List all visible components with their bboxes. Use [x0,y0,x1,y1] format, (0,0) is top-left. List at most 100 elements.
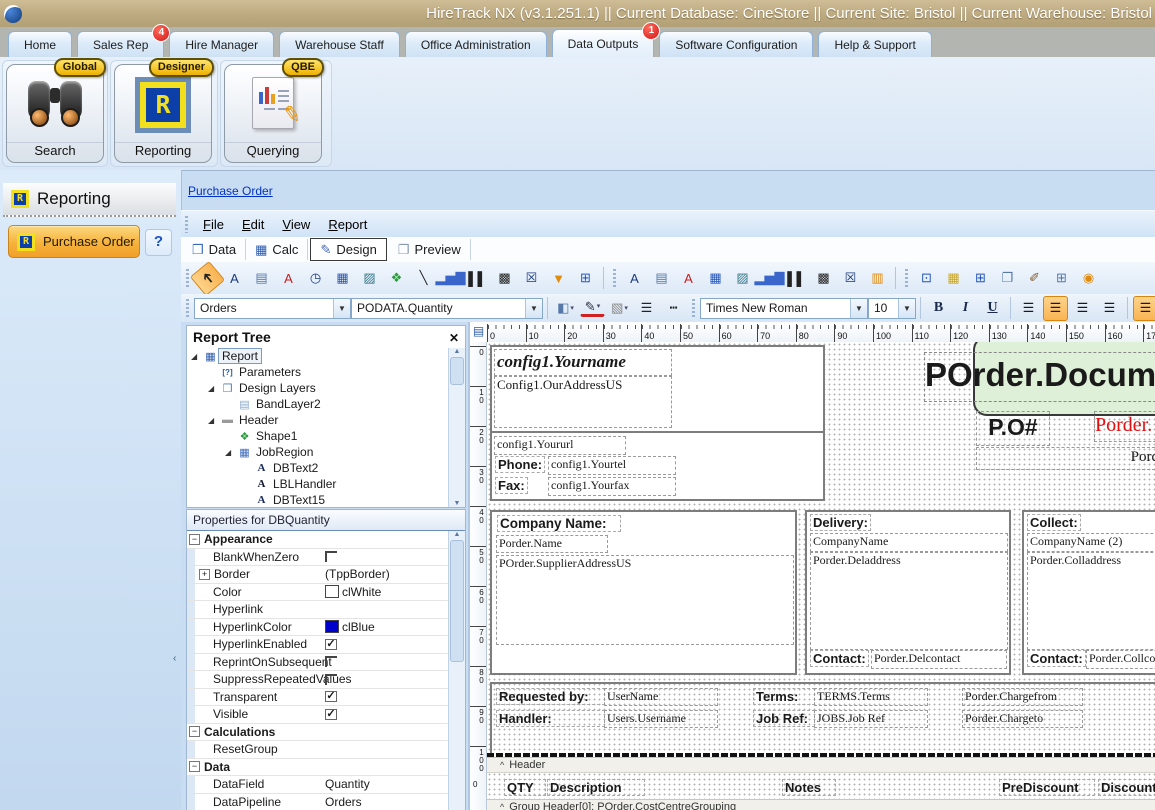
systemvariable-icon[interactable]: ◷ [303,266,328,291]
property-row[interactable]: Data [187,759,449,777]
company-name-label[interactable]: Company Name: [497,515,621,532]
toolbar-grip[interactable] [905,269,908,287]
property-value[interactable]: clBlue [342,620,375,634]
delivery-contact-label[interactable]: Contact: [810,650,869,667]
field-po-number-2[interactable]: Pord [976,447,1155,470]
terms-label[interactable]: Terms: [753,688,815,705]
select-pointer-icon[interactable]: ➔ [190,260,225,295]
dbgrid-icon[interactable]: ▦ [941,266,966,291]
property-checkbox[interactable] [325,639,337,650]
tree-expander-icon[interactable] [208,416,220,425]
property-row[interactable]: Hyperlink [187,601,449,619]
menu-item[interactable]: View [273,214,319,235]
field-terms[interactable]: TERMS.Terms [814,688,928,706]
field-document-name[interactable]: POrder.Docum [924,352,1155,402]
property-value[interactable]: clWhite [342,585,381,599]
collect-region[interactable]: Collect: CompanyName (2) Porder.Colladdr… [1022,510,1155,675]
view-tab[interactable]: Calc [246,239,308,260]
group-header-band-bar[interactable]: ^ Group Header[0]: POrder.CostCentreGrou… [487,799,1155,810]
property-value[interactable]: Quantity [325,777,370,791]
pagebreak-icon[interactable]: ▼ [546,266,571,291]
collect-label[interactable]: Collect: [1027,514,1081,531]
dbimage-icon[interactable]: ▨ [730,266,755,291]
field-yoururl[interactable]: config1.Yoururl [494,436,626,455]
scroll-up-icon[interactable] [454,531,461,538]
field-po-number[interactable]: Porder. [1094,411,1155,442]
tree-expander-icon[interactable] [191,352,203,361]
dbbarcode-icon[interactable]: ▌▌ [784,266,809,291]
dbcheckbox-icon[interactable]: ☒ [838,266,863,291]
field-supplier-address[interactable]: POrder.SupplierAddressUS [496,555,794,645]
scrollbar-thumb[interactable] [450,357,464,385]
property-value[interactable]: (TppBorder) [325,567,390,581]
tree-node[interactable]: Header [187,412,449,428]
toolbar-grip[interactable] [613,269,616,287]
property-checkbox[interactable] [325,656,337,667]
property-checkbox[interactable] [325,674,337,685]
richtext-icon[interactable]: A [276,266,301,291]
tree-node[interactable]: BandLayer2 [187,396,449,412]
field-collect-address[interactable]: Porder.Colladdress [1027,552,1155,650]
dbtext-icon[interactable]: A [622,266,647,291]
band-collapse-icon[interactable]: ^ [500,802,504,810]
bold-button[interactable]: B [926,296,951,321]
chevron-down-icon[interactable]: ▼ [333,299,350,318]
field-requested-by[interactable]: UserName [604,688,718,706]
ribbon-tab[interactable]: Warehouse Staff [279,31,400,57]
chart-icon[interactable]: ▂▅▇ [438,266,463,291]
view-tab[interactable]: Data [183,239,246,260]
contact-details-region[interactable]: config1.Yoururl Phone: config1.Yourtel F… [490,431,825,501]
close-icon[interactable] [449,329,459,345]
menu-item[interactable]: File [194,214,233,235]
band-collapse-icon[interactable]: ^ [500,760,504,770]
delivery-label[interactable]: Delivery: [810,514,871,531]
supplier-region[interactable]: Company Name: Porder.Name POrder.Supplie… [490,510,797,675]
align-justify-icon[interactable]: ☰ [1097,296,1122,321]
help-icon[interactable]: ? [145,229,172,256]
ribbon-tab[interactable]: Hire Manager [169,31,274,57]
tree-node[interactable]: LBLHandler [187,476,449,492]
menu-item[interactable]: Edit [233,214,273,235]
property-row[interactable]: SuppressRepeatedValues [187,671,449,689]
ribbon-tab[interactable]: Data Outputs 1 [552,29,655,57]
property-checkbox[interactable] [325,691,337,702]
tree-node[interactable]: Parameters [187,364,449,380]
report-canvas[interactable]: config1.Yourname Config1.OurAddressUS co… [487,342,1155,810]
scroll-down-icon[interactable] [454,500,461,507]
property-row[interactable]: Border (TppBorder) [187,566,449,584]
barcode-icon[interactable]: ▌▌ [465,266,490,291]
band-selector-icon[interactable]: ▤ [471,324,486,341]
toolbar-grip[interactable] [692,299,695,317]
column-header-notes[interactable]: Notes [782,779,836,796]
property-row[interactable]: ResetGroup [187,741,449,759]
highlight-color-icon[interactable]: ▧ [607,296,632,321]
memo-icon[interactable]: ▤ [249,266,274,291]
property-row[interactable]: Appearance [187,531,449,549]
data-field-select[interactable]: PODATA.Quantity ▼ [351,298,543,319]
align-center-icon[interactable]: ☰ [1043,296,1068,321]
line-style-icon[interactable]: ┅ [661,296,686,321]
property-row[interactable]: HyperlinkColor clBlue [187,619,449,637]
property-row[interactable]: ReprintOnSubsequent [187,654,449,672]
tree-expander-icon[interactable] [225,448,237,457]
field-job-ref[interactable]: JOBS.Job Ref [814,710,928,728]
italic-button[interactable]: I [953,296,978,321]
handler-label[interactable]: Handler: [496,710,605,727]
chevron-down-icon[interactable]: ▼ [898,299,915,318]
align-left-icon[interactable]: ☰ [1016,296,1041,321]
data-pipeline-select[interactable]: Orders ▼ [194,298,351,319]
shape-icon[interactable]: ❖ [384,266,409,291]
scroll-up-icon[interactable] [454,348,461,355]
checkbox-icon[interactable]: ☒ [519,266,544,291]
ribbon-tab[interactable]: Office Administration [405,31,547,57]
tree-node[interactable]: DBText2 [187,460,449,476]
field-our-address[interactable]: Config1.OurAddressUS [494,376,672,428]
job-ref-label[interactable]: Job Ref: [753,710,815,727]
tree-expander-icon[interactable] [208,384,220,393]
requested-by-label[interactable]: Requested by: [496,688,605,705]
phone-label[interactable]: Phone: [495,456,545,473]
font-size-select[interactable]: 10 ▼ [868,298,916,319]
field-charge-from[interactable]: Porder.Chargefrom [962,688,1083,706]
pagestyle-icon[interactable]: ❐ [995,266,1020,291]
field-yourname[interactable]: config1.Yourname [494,349,672,376]
